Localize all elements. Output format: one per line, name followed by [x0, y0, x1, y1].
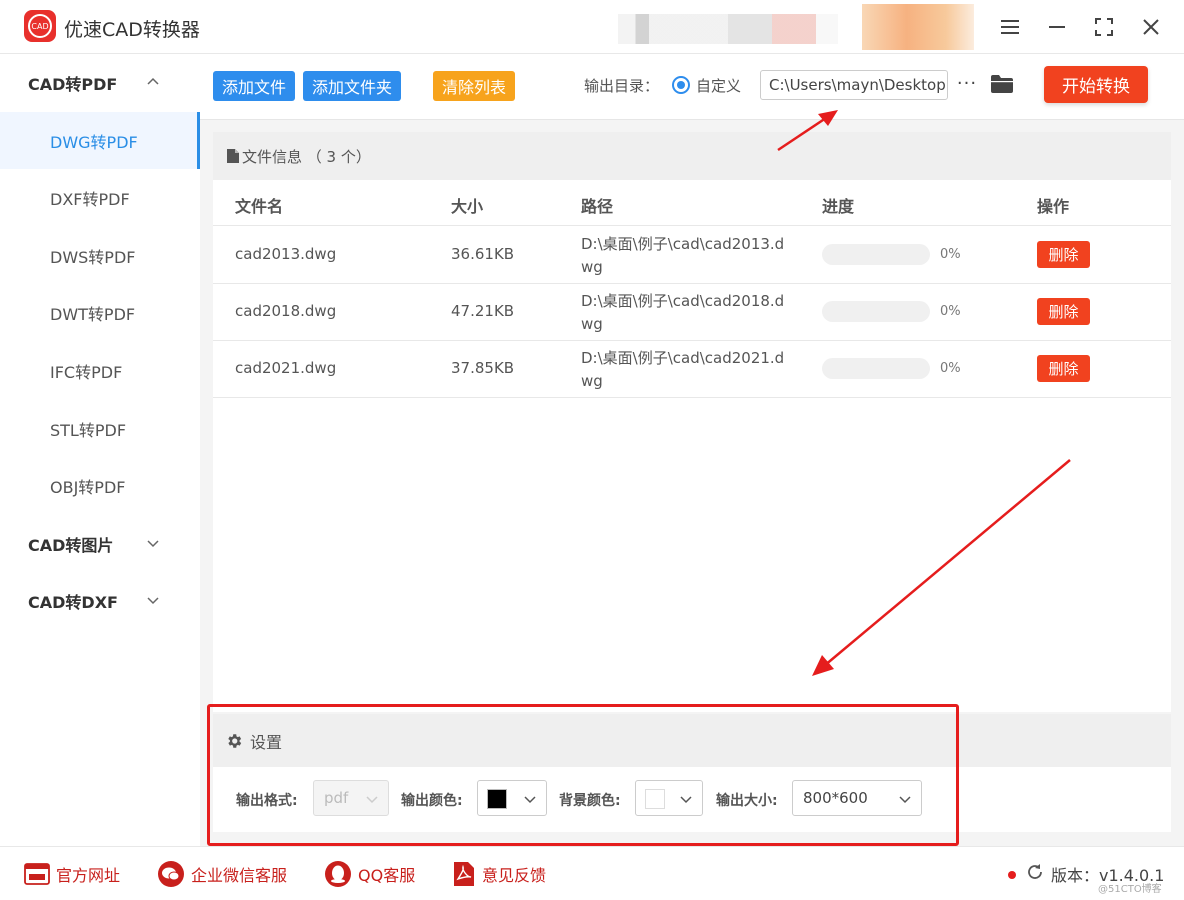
app-title: 优速CAD转换器	[64, 19, 200, 41]
feedback-link[interactable]: 意见反馈	[452, 861, 546, 887]
custom-dir-label[interactable]: 自定义	[696, 75, 741, 96]
output-path-input[interactable]: C:\Users\mayn\Desktop	[760, 70, 948, 100]
main-area: 添加文件 添加文件夹 清除列表 输出目录： 自定义 C:\Users\mayn\…	[200, 54, 1184, 846]
minimize-icon[interactable]	[1042, 12, 1072, 42]
folder-icon[interactable]	[990, 74, 1014, 94]
settings-header: 设置	[213, 714, 1171, 767]
wechat-support-link[interactable]: 企业微信客服	[157, 861, 287, 887]
progress-bar	[822, 358, 930, 379]
column-size: 大小	[451, 197, 484, 216]
color-swatch	[487, 789, 507, 809]
table-row: cad2013.dwg 36.61KB D:\桌面\例子\cad\cad2013…	[213, 227, 1171, 284]
wechat-icon	[158, 861, 184, 887]
website-icon	[24, 863, 50, 885]
chevron-down-icon	[680, 796, 692, 804]
sidebar-item-dwg-to-pdf[interactable]: DWG转PDF	[0, 112, 200, 169]
website-link[interactable]: 官方网址	[24, 861, 120, 887]
sidebar-item-dws-to-pdf[interactable]: DWS转PDF	[0, 227, 200, 284]
sidebar-item-stl-to-pdf[interactable]: STL转PDF	[0, 400, 200, 457]
format-select: pdf	[313, 780, 389, 816]
delete-button[interactable]: 删除	[1037, 298, 1090, 325]
blurred-region	[862, 4, 974, 50]
add-folder-button[interactable]: 添加文件夹	[303, 71, 402, 101]
chevron-down-icon	[147, 540, 159, 548]
chevron-down-icon	[366, 796, 378, 804]
column-path: 路径	[581, 197, 614, 216]
refresh-icon[interactable]	[1026, 863, 1044, 881]
chevron-down-icon	[899, 796, 911, 804]
column-action: 操作	[1037, 197, 1070, 216]
clear-list-button[interactable]: 清除列表	[433, 71, 516, 101]
chevron-down-icon	[147, 597, 159, 605]
bg-color-swatch	[645, 789, 665, 809]
bg-color-label: 背景颜色:	[559, 793, 621, 809]
sidebar-item-ifc-to-pdf[interactable]: IFC转PDF	[0, 342, 200, 399]
close-icon[interactable]	[1136, 12, 1166, 42]
progress-bar	[822, 244, 930, 265]
sidebar-item-dxf-to-pdf[interactable]: DXF转PDF	[0, 169, 200, 226]
size-label: 输出大小:	[716, 793, 778, 809]
sidebar-group-cad-to-image[interactable]: CAD转图片	[0, 515, 200, 572]
gear-icon	[228, 733, 242, 748]
chevron-down-icon	[524, 796, 536, 804]
start-convert-button[interactable]: 开始转换	[1044, 66, 1148, 103]
sidebar-item-obj-to-pdf[interactable]: OBJ转PDF	[0, 457, 200, 514]
output-dir-label: 输出目录：	[584, 77, 660, 95]
bg-color-select[interactable]	[635, 780, 703, 816]
file-info-header: 文件信息 （ 3 个）	[213, 132, 1171, 180]
more-options-icon[interactable]: ···	[956, 68, 978, 98]
add-file-button[interactable]: 添加文件	[213, 71, 296, 101]
title-bar: CAD 优速CAD转换器	[0, 0, 1184, 54]
delete-button[interactable]: 删除	[1037, 241, 1090, 268]
maximize-icon[interactable]	[1089, 12, 1119, 42]
table-header: 文件名 大小 路径 进度 操作	[213, 180, 1171, 226]
sidebar-group-cad-to-pdf[interactable]: CAD转PDF	[0, 54, 200, 111]
column-progress: 进度	[822, 197, 855, 216]
footer: 官方网址 企业微信客服 QQ客服 意见反馈 版本：v1.4.0.1 @51CTO…	[0, 846, 1184, 900]
progress-bar	[822, 301, 930, 322]
output-size-select[interactable]: 800*600	[792, 780, 922, 816]
column-name: 文件名	[235, 197, 284, 216]
file-list-panel: 文件信息 （ 3 个） 文件名 大小 路径 进度 操作 cad2013.dwg …	[213, 132, 1171, 712]
delete-button[interactable]: 删除	[1037, 355, 1090, 382]
sidebar-group-cad-to-dxf[interactable]: CAD转DXF	[0, 572, 200, 629]
qq-icon	[325, 861, 351, 887]
toolbar: 添加文件 添加文件夹 清除列表 输出目录： 自定义 C:\Users\mayn\…	[200, 54, 1184, 120]
sidebar-item-dwt-to-pdf[interactable]: DWT转PDF	[0, 284, 200, 341]
custom-dir-radio[interactable]	[672, 76, 690, 94]
chevron-up-icon	[147, 77, 159, 85]
output-color-select[interactable]	[477, 780, 547, 816]
feedback-icon	[454, 862, 474, 886]
format-label: 输出格式:	[236, 793, 298, 809]
table-row: cad2021.dwg 37.85KB D:\桌面\例子\cad\cad2021…	[213, 341, 1171, 398]
menu-icon[interactable]	[995, 12, 1025, 42]
qq-support-link[interactable]: QQ客服	[324, 861, 415, 887]
app-logo-icon: CAD	[24, 10, 56, 42]
settings-panel: 设置 输出格式: pdf 输出颜色: 背景颜色: 输出大小: 800*600	[213, 714, 1171, 832]
sidebar: CAD转PDF DWG转PDF DXF转PDF DWS转PDF DWT转PDF …	[0, 54, 200, 846]
table-row: cad2018.dwg 47.21KB D:\桌面\例子\cad\cad2018…	[213, 284, 1171, 341]
document-icon	[227, 149, 239, 163]
color-label: 输出颜色:	[401, 793, 463, 809]
blurred-region	[618, 14, 838, 44]
watermark: @51CTO博客	[1098, 884, 1162, 895]
update-dot	[1008, 871, 1016, 879]
